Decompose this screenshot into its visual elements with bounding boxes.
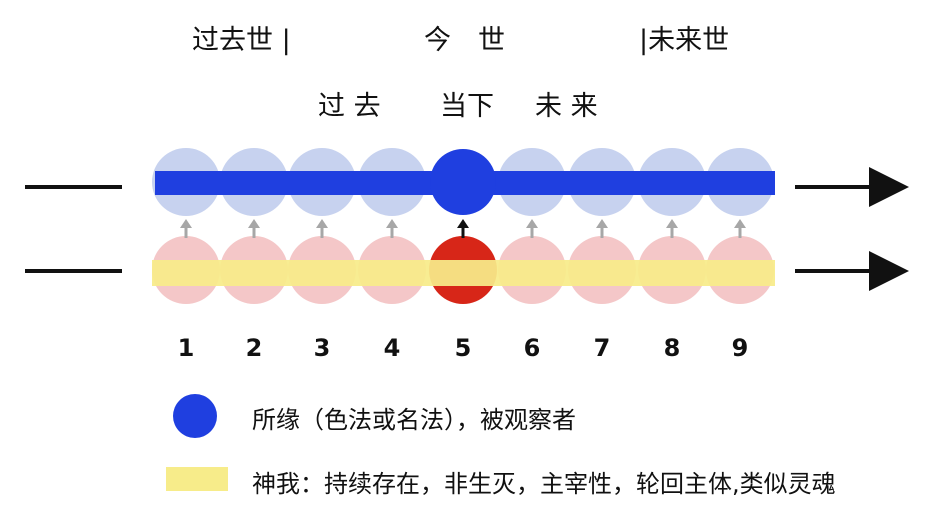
gray-arrow-8 [666,219,678,238]
number-8: 8 [663,334,681,362]
number-6: 6 [523,334,541,362]
legend-yellow-bar-icon [166,467,228,491]
number-7: 7 [593,334,611,362]
legend-blue-text: 所缘（色法或名法），被观察者 [252,406,576,434]
gray-arrow-6 [526,219,538,238]
gray-arrow-3 [316,219,328,238]
legend-blue-circle-icon [173,394,217,438]
number-5: 5 [454,334,472,362]
blue-circle-active [430,149,496,215]
gray-arrow-1 [180,219,192,238]
gray-arrow-7 [596,219,608,238]
number-4: 4 [383,334,401,362]
gray-arrow-4 [386,219,398,238]
number-2: 2 [245,334,263,362]
black-arrow-active [457,219,469,238]
number-1: 1 [177,334,195,362]
gray-arrow-9 [734,219,746,238]
gray-arrow-2 [248,219,260,238]
yellow-bar [152,260,775,286]
number-3: 3 [313,334,331,362]
legend-yellow-text: 神我：持续存在，非生灭，主宰性，轮回主体,类似灵魂 [252,470,836,498]
number-9: 9 [731,334,749,362]
